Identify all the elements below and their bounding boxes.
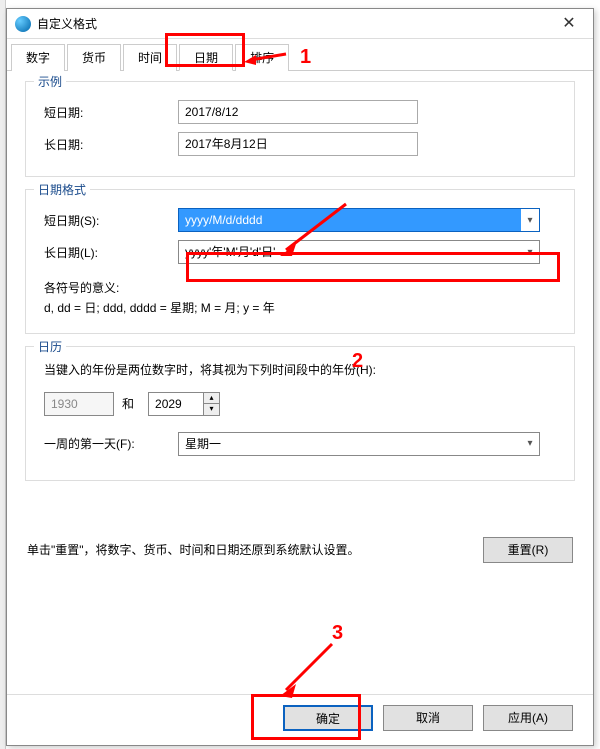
footer-note: 单击"重置"，将数字、货币、时间和日期还原到系统默认设置。 bbox=[27, 541, 360, 558]
tabs: 数字 货币 时间 日期 排序 bbox=[7, 39, 593, 71]
cancel-button[interactable]: 取消 bbox=[383, 705, 473, 731]
tab-sort[interactable]: 排序 bbox=[235, 44, 289, 71]
chevron-down-icon: ▾ bbox=[521, 438, 539, 449]
group-format: 日期格式 短日期(S): yyyy/M/d/dddd ▾ 长日期(L): yyy… bbox=[25, 189, 575, 334]
firstday-combo[interactable]: 星期一 ▾ bbox=[178, 432, 540, 456]
group-calendar-title: 日历 bbox=[34, 338, 66, 355]
format-hint-text: d, dd = 日; ddd, dddd = 星期; M = 月; y = 年 bbox=[44, 298, 556, 318]
spinner-buttons: ▴ ▾ bbox=[204, 392, 220, 416]
format-hint-label: 各符号的意义: bbox=[44, 278, 556, 298]
titlebar: 自定义格式 ✕ bbox=[7, 9, 593, 39]
chevron-down-icon: ▾ bbox=[521, 247, 539, 258]
tab-date[interactable]: 日期 bbox=[179, 44, 233, 71]
calendar-sentence: 当键入的年份是两位数字时，将其视为下列时间段中的年份(H): bbox=[38, 357, 562, 382]
long-date-example-label: 长日期: bbox=[38, 136, 178, 153]
short-date-format-value: yyyy/M/d/dddd bbox=[179, 209, 521, 231]
long-date-format-combo[interactable]: yyyy'年'M'月'd'日' ▾ bbox=[178, 240, 540, 264]
year-to-spinner[interactable]: 2029 ▴ ▾ bbox=[148, 392, 220, 416]
group-example: 示例 短日期: 2017/8/12 长日期: 2017年8月12日 bbox=[25, 81, 575, 177]
short-date-example-value: 2017/8/12 bbox=[178, 100, 418, 124]
dialog-window: 自定义格式 ✕ 数字 货币 时间 日期 排序 示例 短日期: 2017/8/12… bbox=[6, 8, 594, 746]
tab-currency[interactable]: 货币 bbox=[67, 44, 121, 71]
long-date-format-label: 长日期(L): bbox=[38, 244, 178, 261]
group-format-title: 日期格式 bbox=[34, 181, 90, 198]
firstday-value: 星期一 bbox=[179, 433, 521, 455]
short-date-example-label: 短日期: bbox=[38, 104, 178, 121]
chevron-down-icon: ▾ bbox=[521, 215, 539, 226]
ok-button[interactable]: 确定 bbox=[283, 705, 373, 731]
content: 示例 短日期: 2017/8/12 长日期: 2017年8月12日 日期格式 短… bbox=[7, 71, 593, 583]
short-date-format-combo[interactable]: yyyy/M/d/dddd ▾ bbox=[178, 208, 540, 232]
short-date-format-label: 短日期(S): bbox=[38, 212, 178, 229]
window-title: 自定义格式 bbox=[37, 15, 549, 32]
spinner-up-icon[interactable]: ▴ bbox=[204, 393, 219, 404]
tab-number[interactable]: 数字 bbox=[11, 44, 65, 71]
year-and-label: 和 bbox=[122, 395, 134, 412]
firstday-label: 一周的第一天(F): bbox=[38, 435, 178, 452]
reset-button[interactable]: 重置(R) bbox=[483, 537, 573, 563]
group-example-title: 示例 bbox=[34, 73, 66, 90]
year-row: 1930 和 2029 ▴ ▾ bbox=[44, 392, 562, 416]
long-date-format-value: yyyy'年'M'月'd'日' bbox=[179, 241, 521, 263]
year-to-value[interactable]: 2029 bbox=[148, 392, 204, 416]
close-button[interactable]: ✕ bbox=[549, 10, 589, 38]
tab-time[interactable]: 时间 bbox=[123, 44, 177, 71]
year-from-field: 1930 bbox=[44, 392, 114, 416]
apply-button[interactable]: 应用(A) bbox=[483, 705, 573, 731]
app-icon bbox=[15, 16, 31, 32]
group-calendar: 日历 当键入的年份是两位数字时，将其视为下列时间段中的年份(H): 1930 和… bbox=[25, 346, 575, 481]
dialog-buttons: 确定 取消 应用(A) bbox=[21, 705, 579, 735]
spinner-down-icon[interactable]: ▾ bbox=[204, 404, 219, 415]
long-date-example-value: 2017年8月12日 bbox=[178, 132, 418, 156]
